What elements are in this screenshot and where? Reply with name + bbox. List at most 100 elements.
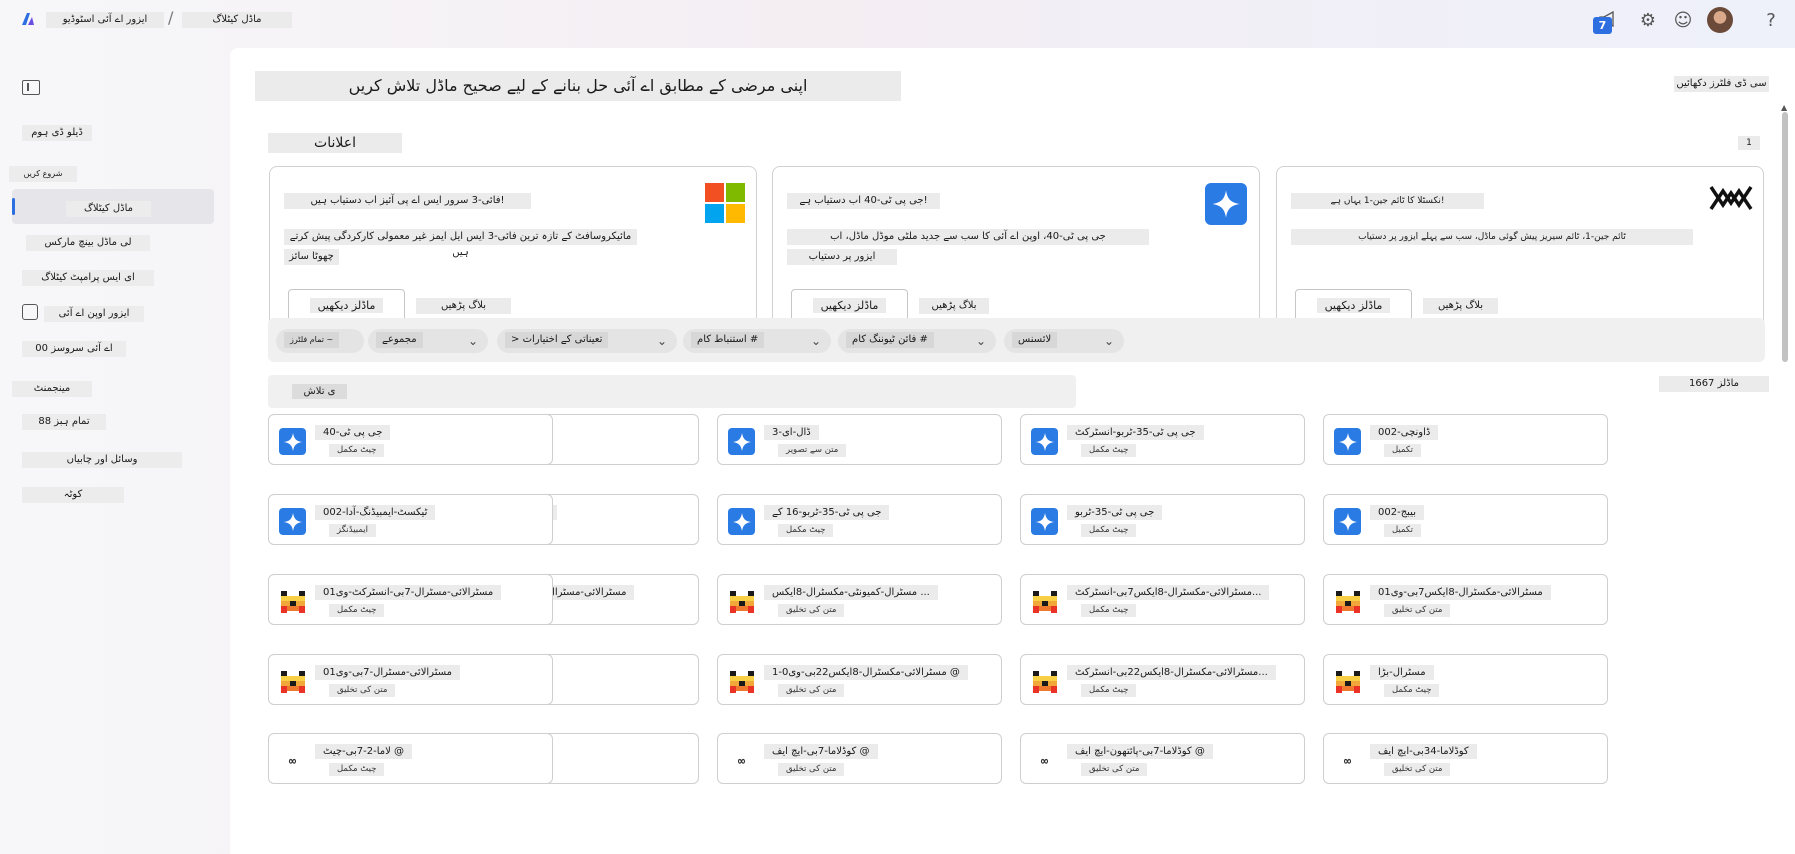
meta-logo-icon: ∞ [1343, 753, 1352, 768]
model-task: چیٹ مکمل [329, 604, 385, 617]
model-card[interactable]: ∞ کوڈلاما-7بی-پائتھون-ایچ ایف @ متن کی تخل… [1020, 733, 1305, 784]
mistral-logo-icon [1334, 668, 1361, 695]
sidebar-item-all-hubs[interactable]: 88 تمام ہبز [22, 414, 106, 430]
gear-icon[interactable]: ⚙ [1636, 8, 1660, 32]
model-task: متن کی تخلیق [1384, 604, 1451, 617]
model-card[interactable]: مسٹرالائی-مکسٹرال-8ایکس22بی-انسٹرکٹ... چی… [1020, 654, 1305, 705]
model-name: مسٹرال-کمیونٹی-مکسٹرال-8ایکس ... [764, 585, 938, 600]
view-models-label: ماڈلز دیکھیں [309, 298, 384, 313]
model-name: مسٹرال-بڑا [1370, 665, 1434, 680]
model-card[interactable]: مسٹرالائی-مسٹرال-7بی-وی01 متن کی تخلیق [268, 654, 553, 705]
read-blog-link[interactable]: بلاگ پڑھیں [919, 298, 989, 314]
show-filters-button[interactable]: سی ڈی فلٹرز دکھائیں [1674, 76, 1769, 92]
filter-collections[interactable]: مجموعے ⌄ [368, 329, 488, 353]
model-card[interactable]: ڈال-ای-3 متن سے تصویر [717, 414, 1002, 465]
model-name: جی پی ٹی-35-ٹربو-16 کے [764, 505, 890, 520]
model-card[interactable]: ∞ کوڈلاما-7بی-ایچ ایف @ متن کی تخلیق [717, 733, 1002, 784]
active-indicator [12, 198, 15, 215]
model-task: تکمیل [1384, 524, 1421, 537]
sidebar-section-management: مینجمنٹ [12, 381, 92, 397]
sidebar-item-model-benchmarks[interactable]: لی ماڈل بینچ مارکس [26, 235, 150, 251]
azure-ai-studio-logo[interactable] [20, 11, 36, 27]
chevron-down-icon: ⌄ [975, 334, 986, 348]
model-search-input[interactable]: ی تلاش [268, 375, 1076, 408]
nixtla-logo-icon [1709, 183, 1753, 225]
sidebar-item-home[interactable]: ڈیلو ڈی ہوم [22, 125, 92, 141]
announcements-heading: اعلانات [268, 133, 402, 153]
filter-bar: لائسنس ⌄ فائن ٹیوننگ کام # ⌄ استنباط کام #… [268, 318, 1765, 362]
filter-license[interactable]: لائسنس ⌄ [1004, 329, 1124, 353]
openai-sparkle-icon [1205, 183, 1247, 225]
model-card[interactable]: مسٹرالائی-مکسٹرال-8ایکس7بی-انسٹرکٹ... چیٹ… [1020, 574, 1305, 625]
announcement-card-timegen: نکسٹلا کا ٹائم جین-1 یہاں ہے! ٹائم جین-1… [1276, 166, 1764, 342]
announcements-pager[interactable]: 1 [1738, 136, 1760, 150]
meta-logo-icon: ∞ [737, 753, 746, 768]
breadcrumb-app[interactable]: ایزور اے آئی اسٹوڈیو [46, 12, 164, 28]
model-name: کوڈلاما-7بی-ایچ ایف @ [764, 744, 878, 759]
model-card[interactable]: مسٹرال-بڑا چیٹ مکمل [1323, 654, 1608, 705]
mistral-logo-icon [1031, 588, 1058, 615]
model-card[interactable]: جی پی ٹی-35-ٹربو چیٹ مکمل [1020, 494, 1305, 545]
meta-logo-icon: ∞ [1040, 753, 1049, 768]
model-card[interactable]: جی پی ٹی-35-ٹربو-16 کے چیٹ مکمل [717, 494, 1002, 545]
avatar[interactable] [1707, 7, 1733, 33]
model-task: چیٹ مکمل [778, 524, 834, 537]
model-name: مسٹرالائی-مسٹرال-7بی-وی01 [315, 665, 460, 680]
model-name: جی پی ٹی-40 [315, 425, 391, 440]
model-card[interactable]: مسٹرالائی-مکسٹرال-8ایکس22بی-وی0-1 @ متن ک… [717, 654, 1002, 705]
sidebar-item-prompt-catalog[interactable]: ای ایس پرامپٹ کیٹلاگ [22, 270, 154, 286]
sidebar-item-quota[interactable]: کوٹہ [22, 487, 124, 503]
announcement-title: جی پی ٹی-40 اب دستیاب ہے! [787, 193, 940, 209]
smiley-icon[interactable]: ☺ [1671, 8, 1695, 32]
sidebar-item-azure-openai[interactable]: ایزور اوپن اے آئی [44, 306, 144, 322]
mistral-logo-icon [728, 588, 755, 615]
filter-deployment-options[interactable]: > تعیناتی کے اختیارات ⌄ [497, 329, 677, 353]
help-icon[interactable]: ? [1759, 8, 1783, 32]
model-task: چیٹ مکمل [1081, 684, 1137, 697]
model-task: متن کی تخلیق [1384, 763, 1451, 776]
model-task: متن کی تخلیق [778, 684, 845, 697]
sidebar-item-ai-services[interactable]: 00 اے آئی سروسز [22, 341, 126, 357]
breadcrumb-separator: / [168, 8, 174, 27]
model-card[interactable]: مسٹرال-کمیونٹی-مکسٹرال-8ایکس ... متن کی ت… [717, 574, 1002, 625]
read-blog-link[interactable]: بلاگ پڑھیں [416, 298, 511, 314]
mistral-logo-icon [279, 588, 306, 615]
sidebar-section-get-started: شروع کریں [9, 166, 77, 182]
model-task: چیٹ مکمل [1081, 524, 1137, 537]
chevron-down-icon: ⌄ [656, 334, 667, 348]
model-name: جی پی ٹی-35-ٹربو [1067, 505, 1163, 520]
model-task: چیٹ مکمل [1081, 444, 1137, 457]
model-card[interactable]: ∞ کوڈلاما-34بی-ایچ ایف متن کی تخلیق [1323, 733, 1608, 784]
breadcrumb-model-catalog[interactable]: ماڈل کیٹلاگ [182, 12, 292, 28]
filter-inference-label: استنباط کام # [691, 332, 765, 348]
model-card[interactable]: بیبج-002 تکمیل [1323, 494, 1608, 545]
model-card[interactable]: مسٹرالائی-مسٹرال-7بی-انسٹرکٹ-وی01 چیٹ مکم… [268, 574, 553, 625]
model-card[interactable]: ڈاونچی-002 تکمیل [1323, 414, 1608, 465]
filter-all-filters[interactable]: تمام فلٹرز ~ [276, 329, 364, 353]
sidebar-item-model-catalog[interactable]: ماڈل کیٹلاگ [66, 201, 151, 217]
announcement-description: جی پی ٹی-40، اوپن اے آئی کا سب سے جدید م… [787, 229, 1149, 245]
scroll-up-arrow[interactable]: ▲ [1781, 103, 1787, 112]
mistral-logo-icon [1334, 588, 1361, 615]
model-grid: ڈاونچی-002 تکمیل جی پی ٹی-35-ٹربو-انسٹرکٹ چ… [268, 414, 1765, 854]
model-name: مسٹرالائی-مسٹرال-7بی-انسٹرکٹ-وی01 [315, 585, 502, 600]
model-card[interactable]: جی پی ٹی-40 چیٹ مکمل [268, 414, 553, 465]
model-name: ڈاونچی-002 [1370, 425, 1439, 440]
view-models-label: ماڈلز دیکھیں [1316, 298, 1391, 313]
filter-inference[interactable]: استنباط کام # ⌄ [683, 329, 831, 353]
model-card[interactable]: ٹیکسٹ-ایمبیڈنگ-آدا-002 ایمبیڈنگز [268, 494, 553, 545]
sidebar-item-tools-keys[interactable]: وسائل اور چابیاں [22, 452, 182, 468]
openai-sparkle-icon [1334, 508, 1361, 535]
openai-sparkle-icon [1031, 508, 1058, 535]
model-card[interactable]: مسٹرالائی-مکسٹرال-8ایکس7بی-وی01 متن کی تخ… [1323, 574, 1608, 625]
chevron-down-icon: ⌄ [1103, 334, 1114, 348]
model-task: چیٹ مکمل [1384, 684, 1440, 697]
scrollbar-thumb[interactable] [1782, 112, 1788, 362]
filter-fine-tuning[interactable]: فائن ٹیوننگ کام # ⌄ [838, 329, 996, 353]
collapse-sidebar-icon[interactable] [22, 80, 40, 95]
model-card[interactable]: ∞ لاما-2-7بی-چیٹ @ چیٹ مکمل [268, 733, 553, 784]
read-blog-link[interactable]: بلاگ پڑھیں [1423, 298, 1498, 314]
announcement-title: فائی-3 سرور ایس اے پی آئیز اب دستیاب ہیں… [284, 193, 531, 209]
chevron-down-icon: ⌄ [467, 334, 478, 348]
model-card[interactable]: جی پی ٹی-35-ٹربو-انسٹرکٹ چیٹ مکمل [1020, 414, 1305, 465]
